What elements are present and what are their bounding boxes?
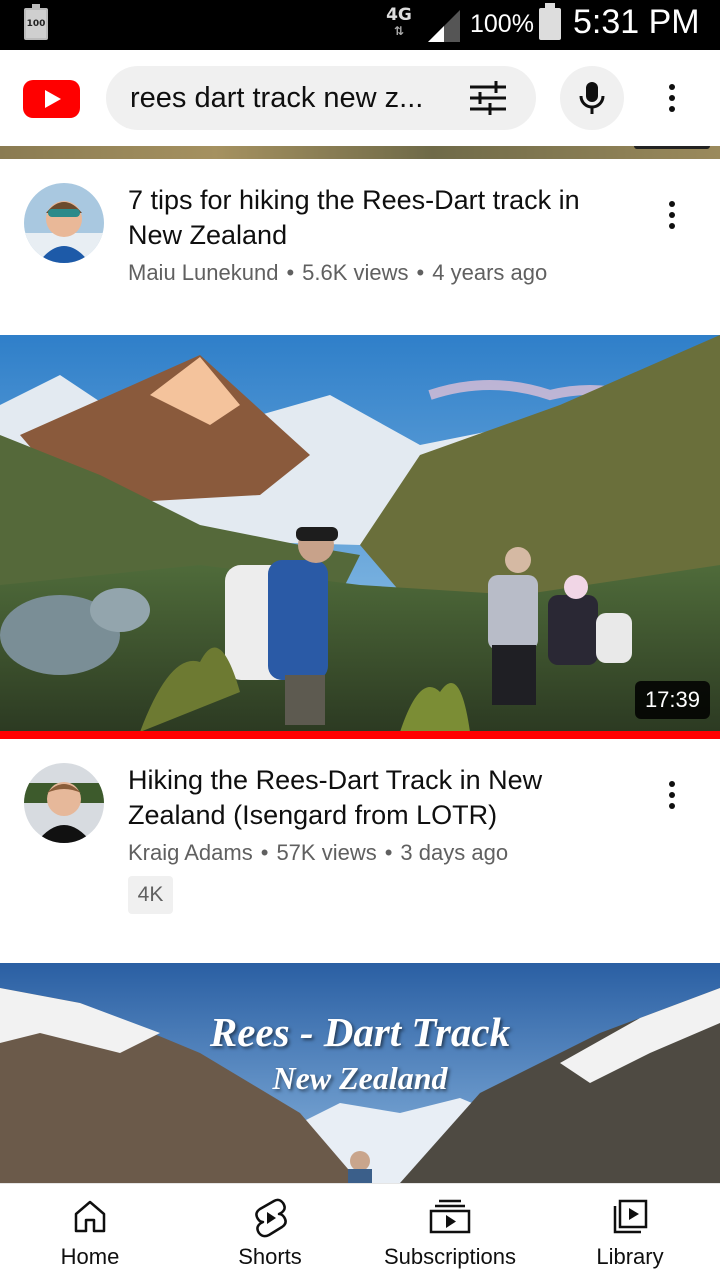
home-icon [74, 1200, 106, 1233]
nav-label: Library [596, 1244, 664, 1269]
battery-saver-level: 100 [26, 19, 46, 29]
nav-subscriptions[interactable]: Subscriptions [370, 1184, 530, 1280]
more-vert-icon[interactable] [660, 78, 684, 118]
upload-age: 4 years ago [432, 260, 548, 285]
more-vert-icon[interactable] [660, 775, 684, 815]
battery-percent: 100% [470, 10, 534, 38]
app-bar: rees dart track new z... [0, 50, 720, 146]
data-arrows-icon: ⇅ [393, 24, 405, 38]
search-query[interactable]: rees dart track new z... [130, 82, 460, 115]
avatar[interactable] [24, 183, 104, 263]
view-count: 57K views [276, 840, 377, 865]
battery-saver-icon: 100 [24, 4, 48, 40]
youtube-logo[interactable] [23, 80, 80, 118]
clock: 5:31 PM [573, 3, 700, 41]
separator: • [286, 260, 295, 285]
channel-name[interactable]: Kraig Adams [128, 840, 253, 865]
separator: • [260, 840, 269, 865]
separator: • [384, 840, 393, 865]
nav-library[interactable]: Library [570, 1184, 690, 1280]
subscriptions-icon [429, 1199, 471, 1234]
nav-label: Subscriptions [383, 1244, 517, 1269]
nav-home[interactable]: Home [30, 1184, 150, 1280]
video-thumbnail[interactable]: Rees - Dart Track New Zealand [0, 963, 720, 1183]
video-thumbnail[interactable] [0, 335, 720, 732]
search-box[interactable]: rees dart track new z... [106, 66, 536, 130]
sliders-icon[interactable] [468, 79, 508, 117]
avatar[interactable] [24, 763, 104, 843]
battery-icon [539, 3, 561, 40]
list-item[interactable]: 7 tips for hiking the Rees-Dart track in… [0, 159, 720, 335]
video-meta: Maiu Lunekund • 5.6K views • 4 years ago [128, 260, 547, 286]
mountain-landscape-image [0, 335, 720, 732]
status-bar: 100 4G ⇅ 100% 5:31 PM [0, 0, 720, 50]
bottom-navigation: Home Shorts Subscriptions Library [0, 1183, 720, 1280]
network-label: 4G [386, 5, 412, 25]
network-type: 4G ⇅ [384, 6, 414, 44]
video-title[interactable]: 7 tips for hiking the Rees-Dart track in… [128, 183, 638, 253]
view-count: 5.6K views [302, 260, 409, 285]
nav-label: Home [60, 1244, 120, 1269]
video-duration: 17:39 [634, 681, 710, 719]
more-vert-icon[interactable] [660, 195, 684, 235]
signal-icon [428, 10, 460, 42]
quality-badge: 4K [128, 876, 173, 914]
upload-age: 3 days ago [400, 840, 509, 865]
shorts-icon [255, 1198, 287, 1238]
thumbnail-previous[interactable] [0, 146, 720, 159]
mic-icon [579, 82, 605, 114]
voice-search-button[interactable] [560, 66, 624, 130]
separator: • [416, 260, 425, 285]
video-title[interactable]: Hiking the Rees-Dart Track in New Zealan… [128, 763, 638, 833]
library-icon [613, 1199, 648, 1234]
video-meta: Kraig Adams • 57K views • 3 days ago [128, 840, 508, 866]
list-item[interactable]: Hiking the Rees-Dart Track in New Zealan… [0, 739, 720, 963]
thumbnail-title: Rees - Dart Track [209, 1009, 511, 1055]
nav-shorts[interactable]: Shorts [210, 1184, 330, 1280]
watch-progress-bar [0, 731, 720, 739]
channel-name[interactable]: Maiu Lunekund [128, 260, 278, 285]
thumbnail-subtitle: New Zealand [272, 1060, 448, 1096]
nav-label: Shorts [238, 1244, 302, 1269]
